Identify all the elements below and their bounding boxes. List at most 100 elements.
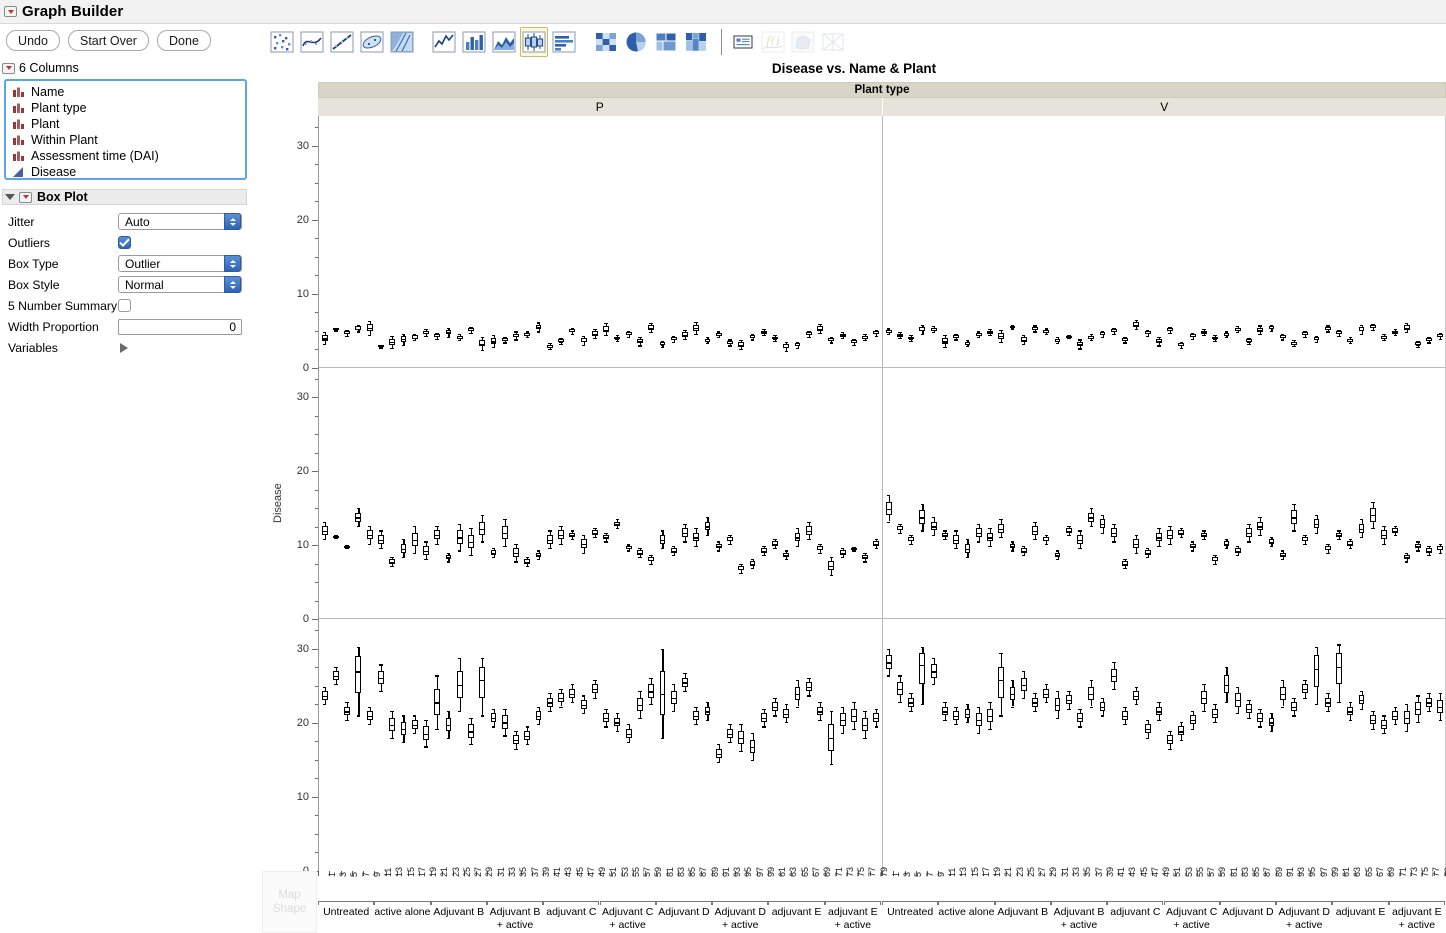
jitter-select[interactable]: Auto (118, 213, 242, 230)
map-shape-dropzone[interactable]: Map Shape (262, 871, 317, 933)
ellipse-icon[interactable] (358, 27, 386, 57)
plot-panel-row2-p[interactable] (319, 619, 883, 871)
whisker-cap (604, 709, 608, 710)
points-icon[interactable] (268, 27, 296, 57)
column-item-assessment-time[interactable]: Assessment time (DAI) (6, 148, 245, 164)
column-item-name[interactable]: Name (6, 84, 245, 100)
plot-panel-row0-v[interactable] (883, 116, 1446, 367)
box-plot-disclosure-icon[interactable] (19, 192, 32, 203)
whisker-cap (887, 649, 891, 650)
x-axis-tick-label: 55 (631, 867, 641, 877)
box-iqr (1370, 715, 1376, 724)
whisker-cap (469, 744, 473, 745)
x-axis[interactable]: 1357911131517192123252729313335373941434… (318, 871, 1446, 933)
whisker-cap (683, 691, 687, 692)
box-iqr (1066, 528, 1072, 532)
box-median (548, 702, 552, 703)
box-iqr (536, 325, 542, 329)
outliers-label: Outliers (0, 236, 118, 250)
box-iqr (1167, 328, 1173, 331)
box-median (1427, 702, 1431, 703)
stepper-icon[interactable] (224, 213, 241, 230)
plot-panel-row1-p[interactable] (319, 368, 883, 619)
box-median (1191, 336, 1195, 337)
mosaic-icon[interactable] (682, 27, 710, 57)
line-of-fit-icon[interactable] (328, 27, 356, 57)
whisker-cap (379, 691, 383, 692)
start-over-button[interactable]: Start Over (68, 30, 149, 51)
contour-icon[interactable] (388, 27, 416, 57)
heatmap-icon[interactable] (592, 27, 620, 57)
y-axis[interactable]: Disease 010203001020300102030 (262, 116, 318, 871)
box-iqr (660, 535, 666, 544)
column-item-plant[interactable]: Plant (6, 116, 245, 132)
pie-icon[interactable] (622, 27, 650, 57)
smoother-icon[interactable] (298, 27, 326, 57)
box-iqr (1381, 530, 1387, 539)
box-plot-icon[interactable] (520, 27, 548, 57)
box-iqr (468, 724, 474, 737)
area-icon[interactable] (490, 27, 518, 57)
whisker-cap (593, 528, 597, 529)
whisker-cap (1146, 548, 1150, 549)
whisker-cap (1078, 709, 1082, 710)
plot-area[interactable] (318, 116, 1446, 871)
box-iqr (367, 324, 373, 331)
five-number-summary-checkbox[interactable] (118, 299, 131, 312)
whisker-cap (1033, 693, 1037, 694)
width-proportion-input[interactable]: 0 (118, 319, 242, 335)
column-item-disease[interactable]: Disease (6, 164, 245, 180)
x-axis-panel-p[interactable]: 1357911131517192123252729313335373941434… (318, 871, 882, 933)
column-item-plant-type[interactable]: Plant type (6, 100, 245, 116)
plot-panel-row2-v[interactable] (883, 619, 1446, 871)
stepper-icon[interactable] (224, 276, 241, 293)
box-iqr (817, 707, 823, 716)
box-iqr (1437, 334, 1443, 337)
x-axis-tick-label: 97 (755, 867, 765, 877)
plot-panel-row1-v[interactable] (883, 368, 1446, 619)
box-iqr (953, 335, 959, 338)
whisker-cap (526, 566, 530, 567)
box-plot-panel-header[interactable]: Box Plot (2, 189, 247, 205)
undo-button[interactable]: Undo (6, 30, 60, 51)
variables-expand-triangle-icon[interactable] (120, 343, 128, 353)
histogram-icon[interactable] (550, 27, 578, 57)
box-iqr (322, 691, 328, 700)
group-bracket (431, 901, 487, 905)
box-median (932, 671, 936, 672)
box-iqr (614, 522, 620, 526)
whisker-cap (1439, 693, 1443, 694)
bar-icon[interactable] (460, 27, 488, 57)
box-iqr (1415, 702, 1421, 715)
caption-box-icon[interactable] (729, 27, 757, 57)
outliers-checkbox[interactable] (118, 236, 131, 249)
whisker-cap (1157, 528, 1161, 529)
treemap-icon[interactable] (652, 27, 680, 57)
columns-disclosure-icon[interactable] (2, 63, 15, 74)
whisker-cap (481, 350, 485, 351)
panel-collapse-triangle-icon[interactable] (5, 194, 15, 200)
group-bracket (374, 901, 430, 905)
whisker-cap (672, 342, 676, 343)
done-button[interactable]: Done (157, 30, 211, 51)
column-item-within-plant[interactable]: Within Plant (6, 132, 245, 148)
box-style-select[interactable]: Normal (118, 276, 242, 293)
box-median (1348, 341, 1352, 342)
x-axis-panel-v[interactable]: 1357911131517192123252729313335373941434… (882, 871, 1446, 933)
line-icon[interactable] (430, 27, 458, 57)
whisker-cap (1202, 711, 1206, 712)
box-type-select[interactable]: Outlier (118, 255, 242, 272)
plot-panel-row0-p[interactable] (319, 116, 883, 367)
columns-header[interactable]: 6 Columns (2, 61, 79, 75)
box-iqr (446, 555, 452, 559)
whisker-cap (1213, 555, 1217, 556)
box-median (1157, 711, 1161, 712)
box-median (1427, 340, 1431, 341)
whisker-cap (1011, 680, 1015, 681)
window-disclosure-icon[interactable] (4, 6, 17, 17)
box-iqr (491, 550, 497, 554)
whisker-cap (875, 548, 879, 549)
whisker-cap (977, 707, 981, 708)
columns-list[interactable]: Name Plant type Plant Within Plant Asses… (4, 79, 247, 180)
stepper-icon[interactable] (224, 255, 241, 272)
